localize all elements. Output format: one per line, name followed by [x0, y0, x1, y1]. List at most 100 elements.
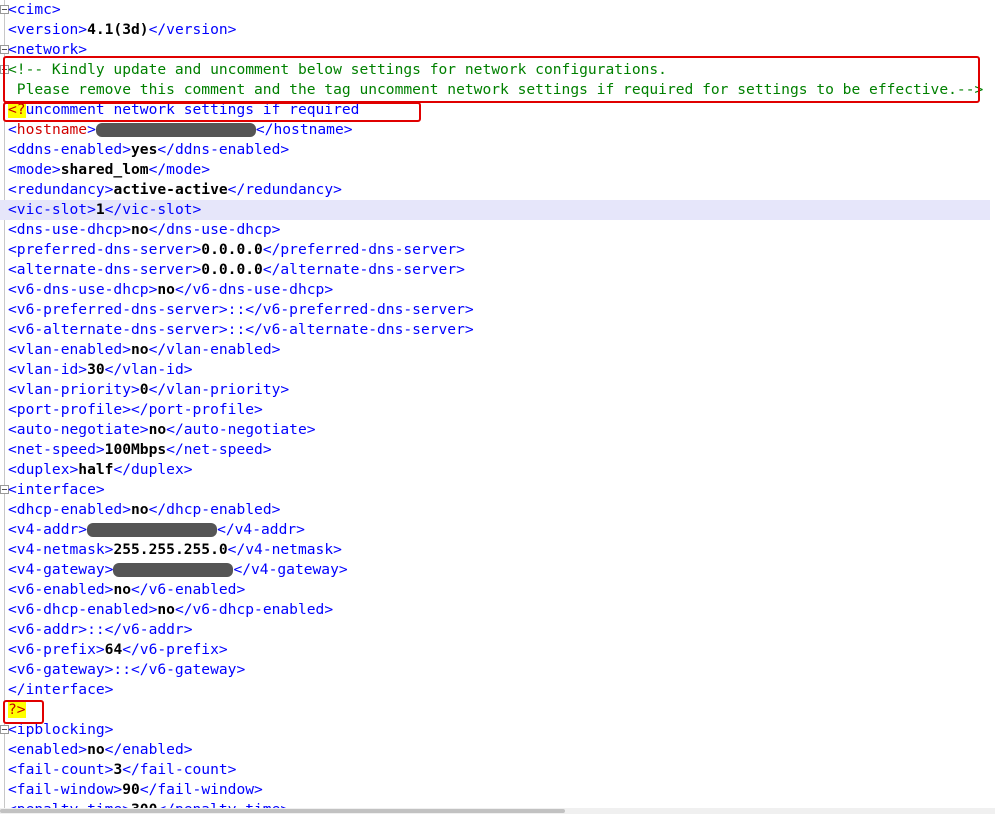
code-text: <v6-alternate-dns-server>::</v6-alternat…: [8, 320, 474, 340]
xml-tag: </redundancy>: [227, 181, 342, 198]
code-text: <v6-enabled>no</v6-enabled>: [8, 580, 245, 600]
code-line[interactable]: <auto-negotiate>no</auto-negotiate>: [0, 420, 990, 440]
code-line[interactable]: <version>4.1(3d)</version>: [0, 20, 990, 40]
xml-tag: <preferred-dns-server>: [8, 241, 202, 258]
code-text: <preferred-dns-server>0.0.0.0</preferred…: [8, 240, 465, 260]
code-text: <alternate-dns-server>0.0.0.0</alternate…: [8, 260, 465, 280]
code-line[interactable]: <interface>: [0, 480, 990, 500]
xml-tag: <network>: [8, 41, 88, 58]
code-line[interactable]: <v4-netmask>255.255.255.0</v4-netmask>: [0, 540, 990, 560]
code-line[interactable]: <?uncomment network settings if required: [0, 100, 990, 120]
code-line[interactable]: <v6-dns-use-dhcp>no</v6-dns-use-dhcp>: [0, 280, 990, 300]
xml-value: no: [131, 341, 149, 358]
code-text: <cimc>: [8, 0, 61, 20]
xml-tag: <v4-netmask>: [8, 541, 114, 558]
xml-tag: <port-profile></port-profile>: [8, 401, 263, 418]
xml-value: 100Mbps: [104, 441, 167, 458]
xml-value: shared_lom: [60, 161, 149, 178]
code-text: <v6-gateway>::</v6-gateway>: [8, 660, 245, 680]
xml-value: 90: [122, 781, 140, 798]
xml-tag: </preferred-dns-server>: [262, 241, 465, 258]
xml-tag: </hostname>: [255, 121, 353, 138]
code-line[interactable]: <vlan-enabled>no</vlan-enabled>: [0, 340, 990, 360]
code-line[interactable]: <vlan-priority>0</vlan-priority>: [0, 380, 990, 400]
xml-tag: <redundancy>: [8, 181, 114, 198]
xml-tag: </version>: [148, 21, 237, 38]
code-line[interactable]: <hostname> </hostname>: [0, 120, 990, 140]
code-text: <interface>: [8, 480, 105, 500]
code-text: <duplex>half</duplex>: [8, 460, 193, 480]
code-line[interactable]: <v6-alternate-dns-server>::</v6-alternat…: [0, 320, 990, 340]
code-text: <enabled>no</enabled>: [8, 740, 193, 760]
xml-value: 3: [113, 761, 123, 778]
code-line[interactable]: <v6-enabled>no</v6-enabled>: [0, 580, 990, 600]
code-text: <vlan-enabled>no</vlan-enabled>: [8, 340, 280, 360]
code-text: <redundancy>active-active</redundancy>: [8, 180, 342, 200]
code-line[interactable]: <cimc>: [0, 0, 990, 20]
xml-value: 0: [139, 381, 149, 398]
xml-tag: <v4-addr>: [8, 521, 88, 538]
horizontal-scrollbar[interactable]: [0, 808, 995, 814]
code-line[interactable]: <vlan-id>30</vlan-id>: [0, 360, 990, 380]
code-line[interactable]: <v6-addr>::</v6-addr>: [0, 620, 990, 640]
code-line[interactable]: Please remove this comment and the tag u…: [0, 80, 990, 100]
code-line[interactable]: <mode>shared_lom</mode>: [0, 160, 990, 180]
code-line[interactable]: <v4-gateway> </v4-gateway>: [0, 560, 990, 580]
xml-tag: <duplex>: [8, 461, 79, 478]
code-text: </interface>: [8, 680, 113, 700]
code-line[interactable]: <ipblocking>: [0, 720, 990, 740]
code-line[interactable]: <redundancy>active-active</redundancy>: [0, 180, 990, 200]
xml-value: 4.1(3d): [87, 21, 149, 38]
code-line[interactable]: <!-- Kindly update and uncomment below s…: [0, 60, 990, 80]
code-line[interactable]: <v6-prefix>64</v6-prefix>: [0, 640, 990, 660]
processing-instruction: <?: [8, 101, 26, 118]
code-line[interactable]: <v6-dhcp-enabled>no</v6-dhcp-enabled>: [0, 600, 990, 620]
code-line[interactable]: <v6-gateway>::</v6-gateway>: [0, 660, 990, 680]
xml-tag: </dhcp-enabled>: [148, 501, 281, 518]
code-text: <port-profile></port-profile>: [8, 400, 263, 420]
code-line[interactable]: ?>: [0, 700, 990, 720]
code-text: <?uncomment network settings if required: [8, 100, 359, 120]
code-line[interactable]: <fail-window>90</fail-window>: [0, 780, 990, 800]
code-line[interactable]: <v4-addr> </v4-addr>: [0, 520, 990, 540]
code-line[interactable]: <penalty-time>300</penalty-time>: [0, 800, 990, 808]
code-line[interactable]: <vic-slot>1</vic-slot>: [0, 200, 990, 220]
xml-value: 64: [104, 641, 123, 658]
code-line[interactable]: <network>: [0, 40, 990, 60]
xml-tag: </vic-slot>: [104, 201, 202, 218]
code-line[interactable]: <net-speed>100Mbps</net-speed>: [0, 440, 990, 460]
code-line[interactable]: <alternate-dns-server>0.0.0.0</alternate…: [0, 260, 990, 280]
xml-tag: <v6-prefix>: [8, 641, 105, 658]
xml-editor[interactable]: <cimc> <version>4.1(3d)</version> <network…: [0, 0, 995, 808]
xml-tag: </v4-gateway>: [233, 561, 348, 578]
code-line[interactable]: <fail-count>3</fail-count>: [0, 760, 990, 780]
xml-tag: <vlan-priority>: [8, 381, 140, 398]
xml-tag: </fail-window>: [139, 781, 263, 798]
code-line[interactable]: <v6-preferred-dns-server>::</v6-preferre…: [0, 300, 990, 320]
code-line[interactable]: <dns-use-dhcp>no</dns-use-dhcp>: [0, 220, 990, 240]
xml-tag: <: [8, 121, 17, 138]
xml-value: no: [157, 281, 175, 298]
xml-tag: </interface>: [8, 681, 114, 698]
xml-tag: <v6-enabled>: [8, 581, 114, 598]
code-text: <auto-negotiate>no</auto-negotiate>: [8, 420, 316, 440]
code-line[interactable]: <preferred-dns-server>0.0.0.0</preferred…: [0, 240, 990, 260]
code-line[interactable]: <enabled>no</enabled>: [0, 740, 990, 760]
code-text: <v6-dns-use-dhcp>no</v6-dns-use-dhcp>: [8, 280, 333, 300]
xml-tag: <ipblocking>: [8, 721, 114, 738]
xml-tag: </enabled>: [104, 741, 193, 758]
code-line[interactable]: <dhcp-enabled>no</dhcp-enabled>: [0, 500, 990, 520]
code-text: <v4-netmask>255.255.255.0</v4-netmask>: [8, 540, 342, 560]
code-line[interactable]: </interface>: [0, 680, 990, 700]
code-line[interactable]: <ddns-enabled>yes</ddns-enabled>: [0, 140, 990, 160]
xml-tag: </v6-prefix>: [122, 641, 228, 658]
scrollbar-thumb[interactable]: [0, 809, 565, 813]
code-text: <version>4.1(3d)</version>: [8, 20, 236, 40]
code-line[interactable]: <duplex>half</duplex>: [0, 460, 990, 480]
xml-tag: <dns-use-dhcp>: [8, 221, 132, 238]
code-line[interactable]: <port-profile></port-profile>: [0, 400, 990, 420]
code-text: <hostname> </hostname>: [8, 120, 353, 140]
xml-tag: <mode>: [8, 161, 61, 178]
xml-value: half: [78, 461, 114, 478]
xml-tag: <v6-dhcp-enabled>: [8, 601, 158, 618]
